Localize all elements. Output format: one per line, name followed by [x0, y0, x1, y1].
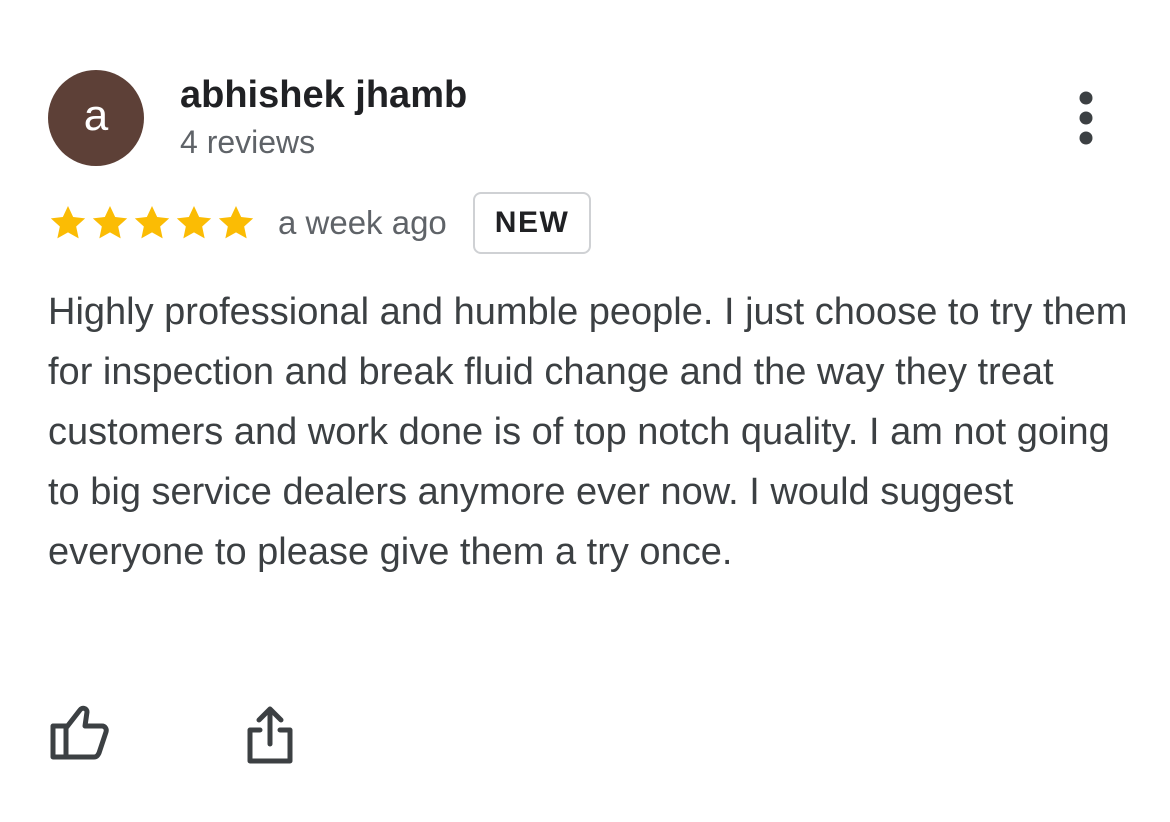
star-icon [174, 203, 214, 243]
star-icon [132, 203, 172, 243]
more-options-button[interactable] [1060, 90, 1112, 150]
like-button[interactable] [44, 700, 114, 766]
more-vert-icon [1079, 91, 1093, 145]
share-button[interactable] [240, 700, 304, 768]
star-icon [48, 203, 88, 243]
avatar[interactable]: a [48, 70, 144, 166]
avatar-letter: a [83, 91, 109, 140]
new-badge: NEW [472, 192, 592, 254]
rating-row: a week ago NEW [48, 190, 592, 256]
star-icon [90, 203, 130, 243]
share-icon [247, 706, 293, 764]
star-icon [216, 203, 256, 243]
star-rating [48, 203, 256, 243]
reviewer-name[interactable]: abhishek jhamb [180, 74, 467, 117]
review-card: a abhishek jhamb 4 reviews a week ago NE… [0, 0, 1170, 822]
review-text: Highly professional and humble people. I… [48, 291, 1128, 573]
thumbs-up-icon [50, 705, 109, 760]
review-date: a week ago [278, 204, 447, 241]
review-count[interactable]: 4 reviews [180, 124, 315, 161]
